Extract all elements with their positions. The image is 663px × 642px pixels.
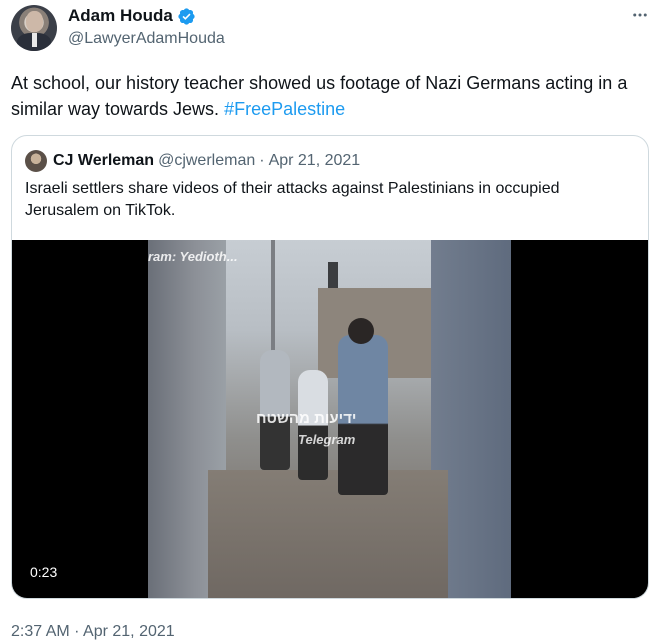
quoted-tweet-text: Israeli settlers share videos of their a… <box>25 180 560 219</box>
tweet-text: At school, our history teacher showed us… <box>11 70 651 122</box>
video-duration-badge: 0:23 <box>24 562 64 582</box>
video-watermark-top: ram: Yedioth... <box>148 249 238 264</box>
tweet-timestamp[interactable]: 2:37 AM · Apr 21, 2021 <box>11 623 175 641</box>
quoted-date[interactable]: Apr 21, 2021 <box>269 152 361 170</box>
quoted-tweet-card[interactable]: CJ Werleman @cjwerleman · Apr 21, 2021 I… <box>11 135 649 599</box>
author-handle[interactable]: @LawyerAdamHouda <box>68 30 225 48</box>
video-watermark-telegram: Telegram <box>298 432 356 447</box>
video-player[interactable]: ram: Yedioth... ידיעות מהשטח Telegram 0:… <box>12 240 648 598</box>
quoted-author-handle[interactable]: @cjwerleman <box>158 152 255 170</box>
video-watermark-hebrew: ידיעות מהשטח <box>256 410 357 427</box>
avatar[interactable] <box>11 5 57 51</box>
more-options-button[interactable] <box>629 4 651 26</box>
author-name-row[interactable]: Adam Houda <box>68 6 196 26</box>
video-frame: ram: Yedioth... ידיעות מהשטח Telegram <box>148 240 511 598</box>
quoted-tweet-header: CJ Werleman @cjwerleman · Apr 21, 2021 <box>25 150 360 172</box>
ellipsis-icon <box>633 13 647 17</box>
hashtag-link[interactable]: #FreePalestine <box>224 99 345 119</box>
quoted-separator: · <box>259 152 265 169</box>
quoted-author-name[interactable]: CJ Werleman <box>53 152 154 170</box>
quoted-avatar[interactable] <box>25 150 47 172</box>
author-name[interactable]: Adam Houda <box>68 6 173 26</box>
verified-badge-icon <box>178 7 195 25</box>
